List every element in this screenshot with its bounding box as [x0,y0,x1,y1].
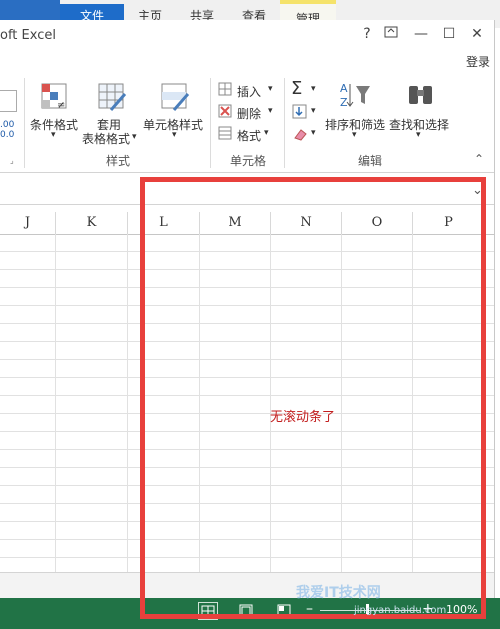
chevron-down-icon: ▾ [416,130,421,140]
svg-text:A: A [340,82,348,95]
chevron-down-icon: ▾ [268,84,273,94]
format-as-table-button[interactable]: 表格格式 [82,130,130,147]
chevron-down-icon: ▾ [311,84,316,94]
delete-cells-icon [218,104,232,118]
chevron-down-icon: ▾ [132,132,137,142]
group-separator [210,78,211,168]
editing-group-label: 编辑 [358,154,383,168]
home-ribbon: .00 0.0 ≠ 条件格式 ▾ 套用 表格格式 ▾ 单元格样式 ▾ 样式 ⌟ … [0,72,494,173]
number-format-dropdown[interactable] [0,90,17,112]
window-title: oft Excel [0,28,56,43]
help-button[interactable]: ? [356,26,378,42]
column-header-k[interactable]: K [56,212,128,234]
fill-icon[interactable] [292,104,308,120]
sort-filter-icon: A Z [340,82,370,109]
conditional-format-icon: ≠ [41,83,67,111]
highlight-box [140,177,486,619]
chevron-down-icon: ▾ [172,130,177,140]
chevron-down-icon: ▾ [264,128,269,138]
chevron-down-icon: ▾ [352,130,357,140]
format-button[interactable]: 格式 [237,127,261,144]
chevron-down-icon: ▾ [311,128,316,138]
format-as-table-icon [98,83,127,111]
maximize-button[interactable]: ☐ [438,26,460,42]
ribbon-display-button[interactable] [380,26,402,42]
close-button[interactable]: ✕ [466,26,488,42]
binoculars-icon [409,86,432,104]
format-cells-icon [218,126,232,140]
ribbon-display-icon [384,26,398,38]
watermark-text: 我爱IT技术网 [296,585,381,601]
styles-group-label: 样式 [106,154,131,168]
clear-icon[interactable] [292,126,308,142]
delete-button[interactable]: 删除 [237,105,261,122]
insert-cells-icon [218,82,232,96]
collapse-ribbon-icon[interactable]: ⌃ [474,152,484,166]
chevron-down-icon: ▾ [51,130,56,140]
cell-styles-icon [161,83,190,111]
group-separator [284,78,285,168]
decimal-buttons[interactable]: .00 0.0 [0,120,14,140]
login-link[interactable]: 登录 [466,53,490,70]
autosum-icon[interactable]: Σ [291,78,302,99]
minimize-button[interactable]: — [410,26,432,42]
annotation-text: 无滚动条了 [270,410,336,425]
insert-button[interactable]: 插入 [237,83,261,100]
column-header-j[interactable]: J [0,212,56,234]
svg-text:≠: ≠ [57,100,65,111]
chevron-down-icon: ▾ [311,106,316,116]
group-separator [24,78,25,168]
cells-group-label: 单元格 [230,154,267,168]
watermark-subtext: jingyan.baidu.com [354,605,447,616]
chevron-down-icon: ▾ [268,106,273,116]
dialog-launcher-icon[interactable]: ⌟ [10,156,14,165]
